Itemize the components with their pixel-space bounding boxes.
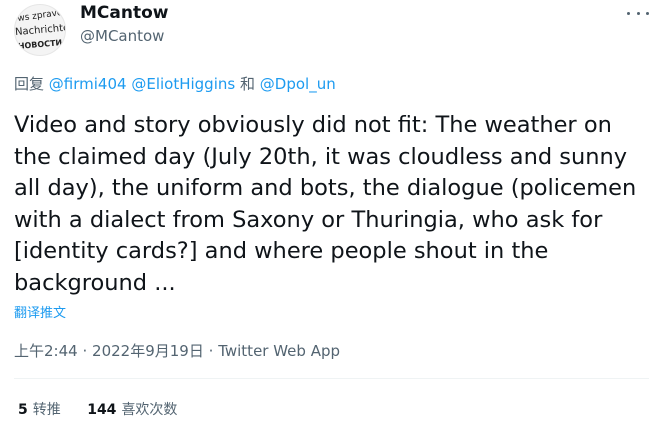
likes-count: 144 <box>87 402 117 418</box>
engagement-stats: 5 转推 144 喜欢次数 <box>18 399 177 419</box>
likes-label: 喜欢次数 <box>121 402 178 418</box>
avatar[interactable]: ws zpravo Nachrichten НОВОСТИ <box>14 4 66 56</box>
mention-link-dpol-un[interactable]: @Dpol_un <box>260 75 336 93</box>
reply-conjunction: 和 <box>239 75 255 93</box>
meta-separator: · <box>82 342 88 360</box>
mention-link-eliothiggins[interactable]: @EliotHiggins <box>131 75 235 93</box>
translate-tweet-link[interactable]: 翻译推文 <box>14 302 66 321</box>
mention-link-firmi404[interactable]: @firmi404 <box>49 75 127 93</box>
tweet-metadata: 上午2:44 · 2022年9月19日 · Twitter Web App <box>14 340 340 361</box>
tweet-time[interactable]: 上午2:44 <box>14 342 78 360</box>
avatar-text-line-3: НОВОСТИ <box>17 38 63 51</box>
tweet-date[interactable]: 2022年9月19日 <box>92 342 204 360</box>
retweets-stat[interactable]: 5 转推 <box>18 399 61 419</box>
author-display-name[interactable]: MCantow <box>80 3 168 23</box>
tweet-text: Video and story obviously did not fit: T… <box>14 112 637 296</box>
reply-prefix: 回复 <box>14 75 45 93</box>
avatar-text-line-1: ws zpravo <box>16 7 64 25</box>
avatar-text-line-2: Nachrichten <box>14 21 66 39</box>
retweets-count: 5 <box>18 402 28 418</box>
reply-context: 回复 @firmi404 @EliotHiggins 和 @Dpol_un <box>14 73 336 94</box>
meta-separator-2: · <box>208 342 214 360</box>
author-handle[interactable]: @MCantow <box>80 27 164 45</box>
likes-stat[interactable]: 144 喜欢次数 <box>87 399 177 419</box>
tweet-source-link[interactable]: Twitter Web App <box>218 342 340 360</box>
retweets-label: 转推 <box>32 402 61 418</box>
divider <box>14 378 649 379</box>
more-horizontal-icon[interactable] <box>627 4 649 22</box>
